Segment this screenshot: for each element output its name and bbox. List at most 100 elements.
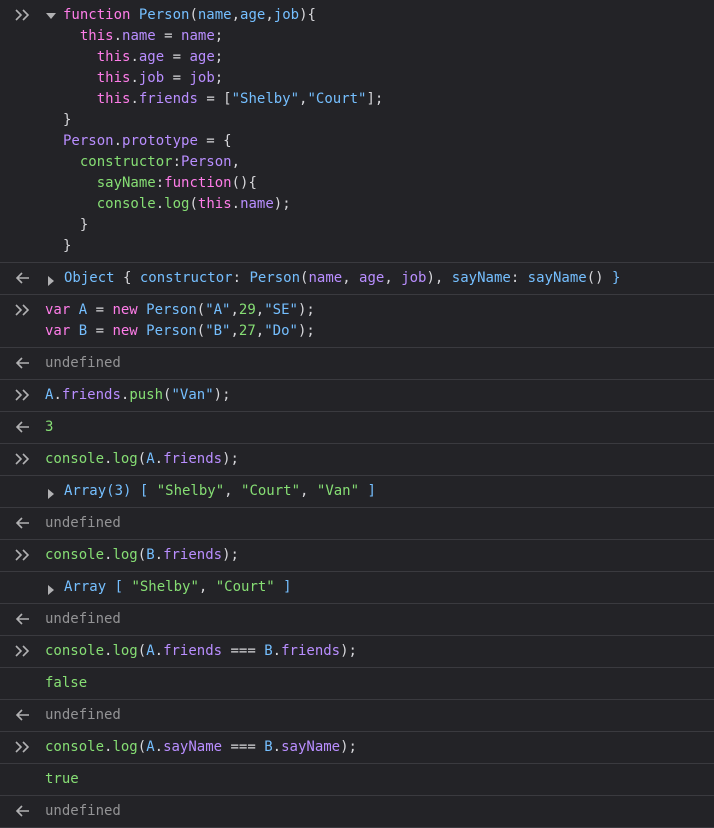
code-token: . (155, 196, 165, 212)
chevrons-right-icon (14, 739, 34, 759)
code-token: ] (274, 579, 292, 595)
code-line: 3 (45, 417, 53, 438)
code-token: friends (281, 643, 341, 659)
code-token: log (112, 739, 138, 755)
code-token: , (198, 579, 216, 595)
code-line: false (45, 673, 87, 694)
code-line: var A = new Person("A",29,"SE"); (45, 300, 315, 321)
code-line: Array(3) [ "Shelby", "Court", "Van" ] (64, 481, 376, 502)
code-token: name (308, 270, 343, 286)
code-line: console.log(this.name); (63, 194, 291, 215)
code-token: , (231, 7, 241, 23)
code-token: "A" (205, 302, 231, 318)
chevrons-right-icon (14, 7, 34, 27)
code-token: constructor (79, 154, 173, 170)
code-token: ( (137, 451, 147, 467)
code-line: this.job = job; (63, 68, 223, 89)
code-token: log (164, 196, 190, 212)
console-result-entry: undefined (0, 700, 714, 732)
code-line: undefined (45, 353, 121, 374)
code-token: job (401, 270, 427, 286)
code-token: "Van" (171, 387, 214, 403)
console-result-entry: 3 (0, 412, 714, 444)
code-line: } (63, 236, 71, 257)
code-token: job (189, 70, 215, 86)
code-token: friends (163, 547, 223, 563)
code-token: A (146, 451, 155, 467)
code-token: === (222, 739, 265, 755)
code-token: : (172, 154, 182, 170)
console-log-entry: Array(3) [ "Shelby", "Court", "Van" ] (0, 476, 714, 508)
code-token: ); (222, 451, 239, 467)
code-token: Person (181, 154, 232, 170)
code-token: . (272, 739, 282, 755)
code-token: name (122, 28, 156, 44)
code-token: ]; (366, 91, 384, 107)
console-input-entry: console.log(A.sayName === B.sayName); (0, 732, 714, 764)
console-result-entry: Object { constructor: Person(name, age, … (0, 263, 714, 295)
code-line: var B = new Person("B",27,"Do"); (45, 321, 315, 342)
code-line: console.log(B.friends); (45, 545, 239, 566)
code-token: "Shelby" (231, 91, 300, 107)
arrow-left-icon (14, 419, 34, 439)
code-token: 3 (45, 419, 54, 435)
code-token: , (384, 270, 402, 286)
code-token: . (154, 451, 164, 467)
code-line: Person.prototype = { (63, 131, 232, 152)
expand-triangle-icon[interactable] (48, 585, 54, 595)
console-result-entry: undefined (0, 348, 714, 380)
chevrons-right-icon (14, 387, 34, 407)
code-token: age (359, 270, 385, 286)
code-token: Person (138, 7, 190, 23)
code-token: } (63, 217, 89, 233)
console-input-entry: console.log(A.friends === B.friends); (0, 636, 714, 668)
code-token: "Shelby" (131, 579, 199, 595)
code-token: ); (213, 387, 231, 403)
code-token: . (53, 387, 62, 403)
code-line: undefined (45, 513, 121, 534)
chevrons-right-icon (14, 643, 34, 663)
console-input-entry: console.log(A.friends); (0, 444, 714, 476)
arrow-left-icon (14, 355, 34, 375)
code-token: "Court" (241, 483, 301, 499)
code-token: , (224, 483, 242, 499)
code-token: push (129, 387, 164, 403)
code-token: . (113, 133, 123, 149)
console-log-entry: false (0, 668, 714, 700)
code-token: === (222, 643, 265, 659)
code-token: console (45, 643, 105, 659)
code-token: = (155, 28, 182, 44)
console-result-entry: undefined (0, 604, 714, 636)
chevrons-right-icon (14, 302, 34, 322)
expand-triangle-icon[interactable] (48, 489, 54, 499)
code-token: job (138, 70, 165, 86)
code-token: ; (214, 28, 224, 44)
arrow-left-icon (14, 270, 34, 290)
code-token: "Van" (316, 483, 360, 499)
code-token: sayName (281, 739, 341, 755)
code-token: . (130, 49, 139, 65)
collapse-triangle-icon[interactable] (46, 13, 56, 19)
code-token: this (96, 49, 131, 65)
code-token: Person (249, 270, 301, 286)
chevrons-right-icon (14, 547, 34, 567)
code-token: Person (146, 302, 197, 318)
code-token: var (45, 323, 79, 339)
code-token: B (264, 739, 273, 755)
code-token: 29 (238, 302, 256, 318)
console-input-entry: function Person(name,age,job){ this.name… (0, 0, 714, 263)
code-line: console.log(A.friends === B.friends); (45, 641, 357, 662)
code-token: [ (139, 483, 157, 499)
code-token: , (231, 154, 241, 170)
code-token: , (255, 302, 265, 318)
code-token: : (232, 270, 250, 286)
code-token: . (231, 196, 241, 212)
expand-triangle-icon[interactable] (48, 276, 54, 286)
code-token: sayName (527, 270, 587, 286)
code-line: this.name = name; (63, 26, 223, 47)
code-token: , (342, 270, 360, 286)
code-token: . (130, 70, 139, 86)
arrow-left-icon (14, 611, 34, 631)
arrow-left-icon (14, 515, 34, 535)
